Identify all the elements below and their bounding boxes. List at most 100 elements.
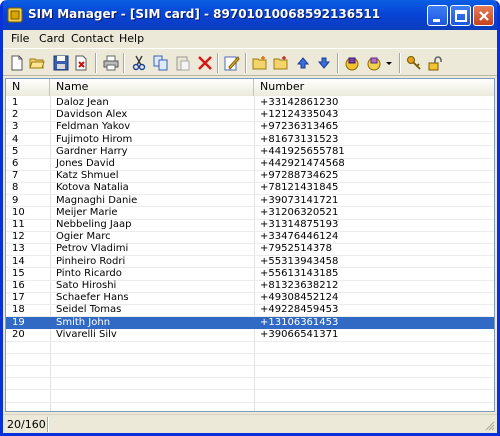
edit-button[interactable]	[222, 53, 242, 73]
sim-write-button[interactable]	[364, 53, 384, 73]
table-row[interactable]: 19 Smith John +13106361453	[6, 316, 494, 329]
table-row[interactable]: 20 Vivarelli Silv +39066541371	[6, 329, 494, 341]
table-row[interactable]: 14 Pinheiro Rodri +55313943458	[6, 256, 494, 268]
save-button[interactable]	[51, 53, 71, 73]
copy-icon	[153, 55, 168, 71]
maximize-button[interactable]	[450, 5, 471, 26]
table-row[interactable]: 15 Pinto Ricardo +55613143185	[6, 268, 494, 280]
cell-index: 3	[12, 121, 19, 133]
status-divider	[47, 417, 49, 432]
cell-name: Fujimoto Hirom	[56, 133, 133, 145]
cell-name: Nebbeling Jaap	[56, 219, 132, 230]
maximize-icon	[455, 10, 467, 22]
add-contact-button[interactable]	[250, 53, 270, 73]
cell-number: +49308452124	[260, 292, 339, 304]
move-up-button[interactable]	[293, 53, 313, 73]
table-row[interactable]: 11 Nebbeling Jaap +31314875193	[6, 219, 494, 231]
print-button[interactable]	[101, 53, 121, 73]
edit-contact-icon	[273, 56, 288, 70]
pin-button[interactable]	[404, 53, 424, 73]
table-row[interactable]: 13 Petrov Vladimi +7952514378	[6, 243, 494, 255]
key-icon	[407, 56, 421, 70]
table-row[interactable]: 3 Feldman Yakov +97236313465	[6, 121, 494, 133]
minimize-button[interactable]	[427, 5, 448, 26]
cell-index: 12	[12, 231, 25, 243]
menu-help[interactable]: Help	[117, 32, 146, 45]
new-file-icon	[11, 55, 23, 71]
menu-card[interactable]: Card	[37, 32, 67, 45]
cell-index: 2	[12, 109, 19, 121]
copy-button[interactable]	[151, 53, 171, 73]
cell-number: +13106361453	[260, 316, 339, 328]
cell-number: +33142861230	[260, 97, 339, 108]
cell-name: Ogier Marc	[56, 231, 111, 243]
cell-name: Feldman Yakov	[56, 121, 131, 133]
column-header-number[interactable]: Number	[254, 79, 494, 96]
table-row[interactable]: 4 Fujimoto Hirom +81673131523	[6, 134, 494, 146]
table-row[interactable]: 18 Seidel Tomas +49228459453	[6, 304, 494, 316]
table-row[interactable]: 6 Jones David +442921474568	[6, 158, 494, 170]
sim-read-button[interactable]	[342, 53, 362, 73]
column-header-n[interactable]: N	[6, 79, 50, 96]
close-file-button[interactable]	[71, 53, 91, 73]
menu-file[interactable]: File	[9, 32, 31, 45]
move-up-icon	[296, 57, 310, 69]
table-row[interactable]: 10 Meijer Marie +31206320521	[6, 207, 494, 219]
title-bar[interactable]: SIM Manager - [SIM card] - 8970101006859…	[3, 0, 497, 30]
cell-number: +12124335043	[260, 109, 339, 121]
cell-name: Meijer Marie	[56, 206, 118, 218]
cell-index: 19	[12, 316, 25, 328]
new-button[interactable]	[7, 53, 27, 73]
table-row[interactable]: 16 Sato Hiroshi +81323638212	[6, 280, 494, 292]
cell-name: Katz Shmuel	[56, 170, 119, 182]
resize-grip-icon[interactable]	[483, 419, 495, 431]
open-button[interactable]	[27, 53, 47, 73]
table-row[interactable]: 2 Davidson Alex +12124335043	[6, 109, 494, 121]
toolbar-separator	[123, 53, 125, 73]
cell-index: 16	[12, 280, 25, 291]
print-icon	[103, 55, 119, 71]
cell-index: 17	[12, 292, 25, 304]
column-header-name[interactable]: Name	[50, 79, 254, 96]
cell-number: +55313943458	[260, 255, 339, 267]
contacts-list[interactable]: N Name Number 1 Daloz Jean +33142861230 2 Da…	[5, 78, 495, 412]
grid-row-line	[6, 352, 494, 354]
table-row[interactable]: 7 Katz Shmuel +97288734625	[6, 170, 494, 182]
table-row[interactable]: 17 Schaefer Hans +49308452124	[6, 292, 494, 304]
cell-name: Jones David	[56, 158, 115, 169]
cell-index: 8	[12, 182, 19, 194]
cell-number: +97288734625	[260, 170, 339, 182]
cut-button[interactable]	[129, 53, 149, 73]
cell-name: Gardner Harry	[56, 145, 128, 157]
table-row[interactable]: 8 Kotova Natalia +78121431845	[6, 182, 494, 194]
cell-name: Petrov Vladimi	[56, 243, 129, 255]
cell-number: +49228459453	[260, 304, 339, 316]
toolbar	[3, 48, 497, 76]
table-row[interactable]: 5 Gardner Harry +441925655781	[6, 146, 494, 158]
cut-icon	[132, 55, 146, 71]
delete-file-icon	[75, 55, 87, 71]
menu-contact[interactable]: Contact	[69, 32, 116, 45]
cell-name: Pinto Ricardo	[56, 267, 122, 279]
cell-index: 20	[12, 328, 25, 340]
paste-button[interactable]	[173, 53, 193, 73]
table-row[interactable]: 12 Ogier Marc +33476446124	[6, 231, 494, 243]
cell-index: 9	[12, 194, 19, 206]
cell-number: +78121431845	[260, 182, 339, 194]
cell-name: Schaefer Hans	[56, 292, 129, 304]
edit-contact-button[interactable]	[271, 53, 291, 73]
unlock-button[interactable]	[425, 53, 445, 73]
table-row[interactable]: 1 Daloz Jean +33142861230	[6, 97, 494, 109]
cell-index: 4	[12, 133, 19, 145]
table-row[interactable]: 9 Magnaghi Danie +39073141721	[6, 195, 494, 207]
close-button[interactable]	[473, 5, 494, 26]
sim-dropdown-button[interactable]	[383, 53, 395, 73]
cell-name: Kotova Natalia	[56, 182, 129, 194]
cell-number: +81673131523	[260, 133, 339, 145]
sim-write-icon	[367, 57, 381, 71]
move-down-button[interactable]	[314, 53, 334, 73]
cell-number: +442921474568	[260, 158, 345, 169]
delete-button[interactable]	[195, 53, 215, 73]
menu-bar: File Card Contact Help	[3, 30, 497, 48]
grid-row-line	[6, 389, 494, 391]
